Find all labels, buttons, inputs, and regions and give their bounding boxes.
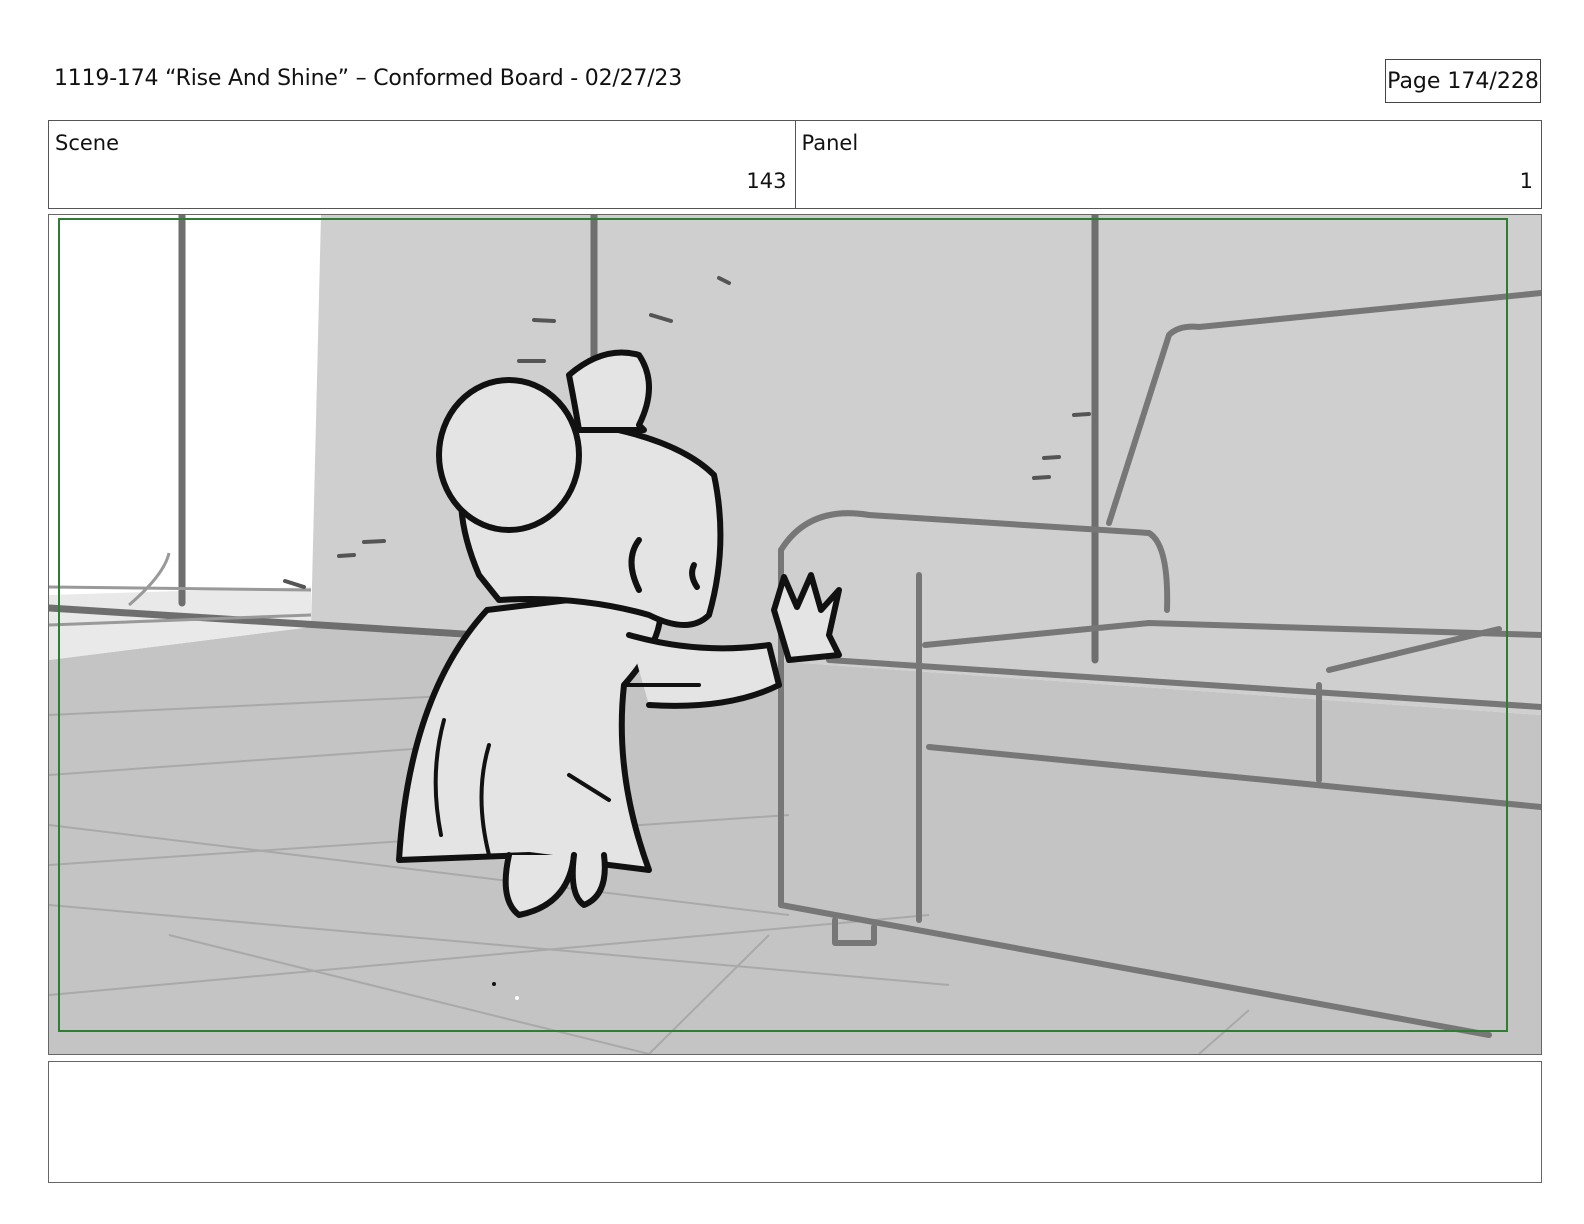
scene-cell: Scene 143 xyxy=(49,121,795,208)
storyboard-frame xyxy=(48,214,1542,1055)
document-title: 1119-174 “Rise And Shine” – Conformed Bo… xyxy=(54,66,682,91)
scene-number: 143 xyxy=(746,169,787,193)
page-counter-label: Page 174/228 xyxy=(1387,68,1539,94)
storyboard-drawing xyxy=(49,215,1541,1054)
scene-label: Scene xyxy=(55,131,120,155)
panel-cell: Panel 1 xyxy=(794,121,1542,208)
panel-label: Panel xyxy=(801,131,859,155)
panel-number: 1 xyxy=(1519,169,1533,193)
page-counter: Page 174/228 xyxy=(1385,59,1541,103)
scene-panel-info-row: Scene 143 Panel 1 xyxy=(48,120,1542,209)
notes-box xyxy=(48,1061,1542,1183)
